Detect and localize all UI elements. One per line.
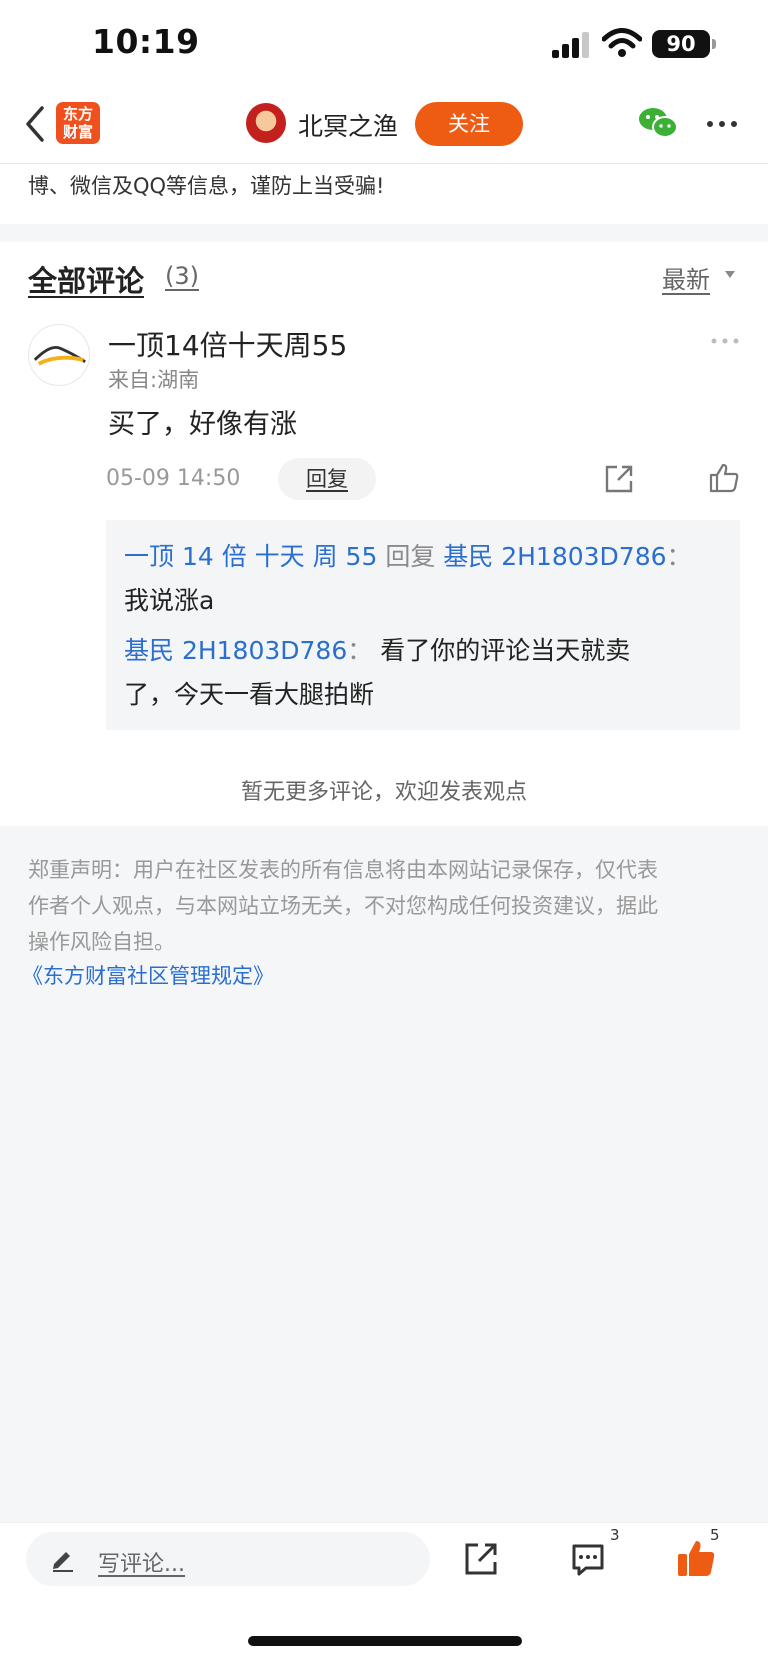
comment-text: 买了，好像有涨 — [108, 409, 297, 440]
comment-placeholder[interactable]: 写评论... — [98, 1546, 185, 1578]
reply-button[interactable]: 回复 — [278, 458, 376, 500]
wifi-icon — [602, 28, 642, 57]
commenter-name[interactable]: 一顶14倍十天周55 — [108, 324, 347, 364]
battery-nub — [712, 39, 716, 49]
disclaimer-line: 郑重声明：用户在社区发表的所有信息将由本网站记录保存，仅代表 — [28, 858, 658, 882]
notice-text: 博、微信及QQ等信息，谨防上当受骗! — [28, 174, 385, 198]
sort-dropdown[interactable]: 最新 — [662, 260, 710, 295]
author-name[interactable]: 北冥之渔 — [298, 107, 398, 143]
reply-item[interactable]: 基民 2H1803D786： 看了你的评论当天就卖 — [124, 634, 630, 668]
more-icon[interactable] — [706, 114, 738, 134]
pencil-icon — [53, 1552, 73, 1572]
comment-input[interactable] — [26, 1532, 430, 1586]
reply-verb: 回复 — [385, 542, 436, 571]
reply-from-user[interactable]: 一顶 14 倍 十天 周 55 — [124, 542, 377, 571]
author-avatar[interactable] — [246, 103, 286, 143]
reply-item[interactable]: 一顶 14 倍 十天 周 55 回复 基民 2H1803D786： — [124, 540, 692, 574]
disclaimer-line: 操作风险自担。 — [28, 930, 175, 954]
battery-indicator: 90 — [652, 30, 710, 58]
reply-separator: ： — [666, 542, 692, 571]
community-rules-link[interactable]: 《东方财富社区管理规定》 — [22, 960, 274, 990]
disclaimer-line: 作者个人观点，与本网站立场无关，不对您构成任何投资建议，据此 — [28, 894, 658, 918]
comment-icon[interactable] — [570, 1542, 606, 1578]
thumb-up-icon[interactable] — [676, 1538, 716, 1578]
logo-line2: 财富 — [62, 123, 93, 141]
comments-title[interactable]: 全部评论 — [28, 258, 144, 300]
comments-count[interactable]: (3) — [165, 262, 199, 290]
caret-down-icon[interactable] — [724, 270, 736, 280]
reply-separator: ： — [347, 636, 373, 665]
share-icon[interactable] — [604, 464, 634, 494]
logo-line1: 东方 — [62, 105, 93, 123]
disclaimer: 郑重声明：用户在社区发表的所有信息将由本网站记录保存，仅代表 作者个人观点，与本… — [28, 852, 738, 960]
reply-text: 看了你的评论当天就卖 — [380, 636, 631, 665]
wechat-icon[interactable] — [638, 106, 678, 140]
like-count-badge: 5 — [710, 1526, 720, 1544]
home-indicator — [248, 1636, 522, 1646]
reply-text-continued: 了，今天一看大腿拍断 — [124, 680, 375, 709]
reply-to-user[interactable]: 基民 2H1803D786 — [443, 542, 666, 571]
follow-button[interactable]: 关注 — [415, 102, 523, 146]
comment-timestamp: 05-09 14:50 — [106, 466, 241, 491]
app-logo[interactable]: 东方 财富 — [56, 102, 100, 144]
commenter-location: 来自:湖南 — [108, 368, 200, 392]
commenter-avatar[interactable] — [28, 324, 90, 386]
reply-from-user[interactable]: 基民 2H1803D786 — [124, 636, 347, 665]
reply-thread: 一顶 14 倍 十天 周 55 回复 基民 2H1803D786： 我说涨a 基… — [106, 520, 740, 730]
cellular-signal-icon — [552, 32, 589, 58]
reply-text: 我说涨a — [124, 586, 215, 615]
comment-more-icon[interactable] — [710, 334, 740, 348]
share-icon[interactable] — [464, 1542, 498, 1576]
back-arrow-icon[interactable] — [22, 104, 48, 144]
comment-count-badge: 3 — [610, 1526, 620, 1544]
like-icon[interactable] — [708, 462, 740, 494]
no-more-comments-text: 暂无更多评论，欢迎发表观点 — [240, 780, 527, 805]
status-time: 10:19 — [92, 22, 200, 61]
